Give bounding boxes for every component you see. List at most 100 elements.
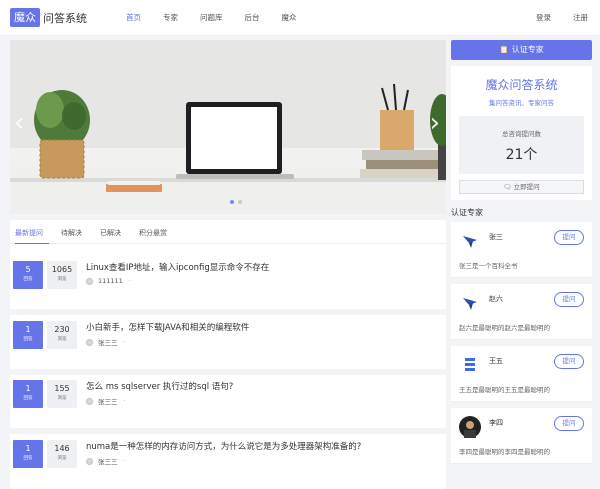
- expert-avatar-icon: [459, 354, 481, 376]
- meta-separator: ·: [123, 457, 126, 465]
- certify-expert-label: 认证专家: [511, 45, 544, 54]
- question-author[interactable]: 张三三: [98, 337, 118, 347]
- answer-label: 回答: [23, 337, 33, 342]
- view-count: 155: [54, 384, 70, 393]
- view-label: 浏览: [57, 456, 67, 461]
- user-avatar-icon: [86, 338, 93, 346]
- view-count: 1065: [51, 265, 73, 274]
- user-avatar-icon: [86, 277, 93, 285]
- row-divider: [10, 369, 446, 375]
- expert-card[interactable]: 张三 提问 张三是一个百科全书: [451, 222, 592, 278]
- ask-expert-button[interactable]: 提问: [554, 354, 584, 369]
- experts-section-title: 认证专家: [451, 208, 483, 217]
- view-count-box: 146 浏览: [47, 440, 77, 468]
- meta-separator: ·: [128, 277, 131, 285]
- question-author[interactable]: 张三三: [98, 396, 118, 406]
- answer-label: 回答: [23, 456, 33, 461]
- expert-description: 李四是最聪明的李四是最聪明的: [459, 448, 550, 456]
- expert-name[interactable]: 李四: [489, 418, 503, 428]
- answer-label: 回答: [23, 396, 33, 401]
- user-avatar-icon: [86, 457, 93, 465]
- certify-expert-button[interactable]: 📋 认证专家: [451, 40, 592, 60]
- banner-image: [10, 40, 446, 214]
- ask-now-label: 立即提问: [513, 183, 540, 191]
- row-divider: [10, 309, 446, 315]
- id-card-icon: 📋: [499, 45, 510, 54]
- question-count-value: 21个: [505, 147, 538, 163]
- expert-name[interactable]: 王五: [489, 356, 503, 366]
- auth-links: 登录 注册: [514, 12, 588, 23]
- answer-count: 1: [25, 325, 31, 334]
- ask-now-button[interactable]: 🗨 立即提问: [459, 180, 584, 194]
- laptop-illustration: [176, 102, 294, 179]
- site-logo[interactable]: 魔众 问答系统: [10, 8, 87, 27]
- top-navbar: 魔众 问答系统 首页 专家 问题库 后台 魔众 登录 注册: [0, 0, 600, 36]
- expert-description: 赵六是最聪明的赵六是最聪明的: [459, 324, 550, 332]
- expert-card[interactable]: 王五 提问 王五是最聪明的王五是最聪明的: [451, 346, 592, 402]
- question-meta: 张三三 ·: [86, 396, 126, 406]
- carousel-dot-1[interactable]: [230, 200, 234, 204]
- expert-card[interactable]: 赵六 提问 赵六是最聪明的赵六是最聪明的: [451, 284, 592, 340]
- site-title: 魔众问答系统: [485, 78, 558, 92]
- question-row[interactable]: 1 回答 230 浏览 小白新手，怎样下载JAVA和相关的编程软件 张三三 ·: [10, 321, 446, 369]
- view-count: 230: [54, 325, 70, 334]
- answer-label: 回答: [23, 277, 33, 282]
- carousel-dot-2[interactable]: [238, 200, 242, 204]
- question-meta: 张三三 ·: [86, 456, 126, 466]
- nav-question-bank[interactable]: 问题库: [200, 12, 223, 23]
- site-info-card: 魔众问答系统 集问答资讯、专家问答 总咨询提问数 21个 🗨 立即提问: [451, 66, 592, 200]
- question-row[interactable]: 5 回答 1065 浏览 Linux查看IP地址，输入ipconfig显示命令不存在…: [10, 261, 446, 309]
- view-label: 浏览: [57, 337, 67, 342]
- expert-name[interactable]: 赵六: [489, 294, 503, 304]
- carousel-prev-arrow[interactable]: ‹: [14, 110, 24, 136]
- tab-bounty[interactable]: 积分悬赏: [139, 220, 173, 244]
- site-subtitle: 集问答资讯、专家问答: [489, 99, 554, 107]
- question-title[interactable]: 小白新手，怎样下载JAVA和相关的编程软件: [86, 321, 249, 333]
- carousel-next-arrow[interactable]: ›: [430, 110, 440, 136]
- meta-separator: ·: [123, 338, 126, 346]
- answer-count: 5: [25, 265, 31, 274]
- ask-expert-button[interactable]: 提问: [554, 292, 584, 307]
- answer-count-box: 1 回答: [13, 321, 43, 349]
- expert-name[interactable]: 张三: [489, 232, 503, 242]
- expert-avatar-icon: [459, 416, 481, 438]
- login-link[interactable]: 登录: [536, 12, 551, 23]
- register-link[interactable]: 注册: [573, 12, 588, 23]
- question-row[interactable]: 1 回答 155 浏览 怎么 ms sqlserver 执行过的sql 语句? 张三…: [10, 380, 446, 428]
- carousel-dots: [228, 200, 244, 204]
- expert-avatar-icon: [459, 230, 481, 252]
- view-label: 浏览: [57, 396, 67, 401]
- answer-count-box: 5 回答: [13, 261, 43, 289]
- question-tabs: 最新提问 待解决 已解决 积分悬赏: [10, 220, 446, 244]
- question-author[interactable]: 111111: [98, 277, 123, 285]
- question-meta: 张三三 ·: [86, 337, 126, 347]
- answer-count: 1: [25, 444, 31, 453]
- question-row[interactable]: 1 回答 146 浏览 numa是一种怎样的内存访问方式，为什么说它是为多处理器架构…: [10, 440, 446, 488]
- nav-home[interactable]: 首页: [126, 12, 141, 23]
- main-nav: 首页 专家 问题库 后台 魔众: [126, 12, 319, 23]
- logo-text: 问答系统: [43, 11, 87, 25]
- ask-expert-button[interactable]: 提问: [554, 416, 584, 431]
- question-title[interactable]: 怎么 ms sqlserver 执行过的sql 语句?: [86, 380, 233, 392]
- meta-separator: ·: [123, 397, 126, 405]
- tab-solved[interactable]: 已解决: [100, 220, 127, 244]
- question-title[interactable]: numa是一种怎样的内存访问方式，为什么说它是为多处理器架构准备的?: [86, 440, 361, 452]
- banner-carousel[interactable]: ‹ ›: [10, 40, 446, 214]
- tab-pending[interactable]: 待解决: [61, 220, 88, 244]
- answer-count-box: 1 回答: [13, 380, 43, 408]
- answer-count: 1: [25, 384, 31, 393]
- logo-badge: 魔众: [10, 8, 40, 27]
- view-label: 浏览: [57, 277, 67, 282]
- question-author[interactable]: 张三三: [98, 456, 118, 466]
- row-divider: [10, 428, 446, 434]
- question-count-label: 总咨询提问数: [502, 130, 541, 138]
- nav-experts[interactable]: 专家: [163, 12, 178, 23]
- expert-card[interactable]: 李四 提问 李四是最聪明的李四是最聪明的: [451, 408, 592, 464]
- nav-admin[interactable]: 后台: [245, 12, 260, 23]
- ask-expert-button[interactable]: 提问: [554, 230, 584, 245]
- question-list-card: 最新提问 待解决 已解决 积分悬赏 5 回答 1065 浏览 Linux查看IP地址…: [10, 220, 446, 489]
- view-count: 146: [54, 444, 70, 453]
- question-title[interactable]: Linux查看IP地址，输入ipconfig显示命令不存在: [86, 261, 269, 273]
- tab-latest[interactable]: 最新提问: [15, 220, 49, 244]
- nav-mozhong[interactable]: 魔众: [282, 12, 297, 23]
